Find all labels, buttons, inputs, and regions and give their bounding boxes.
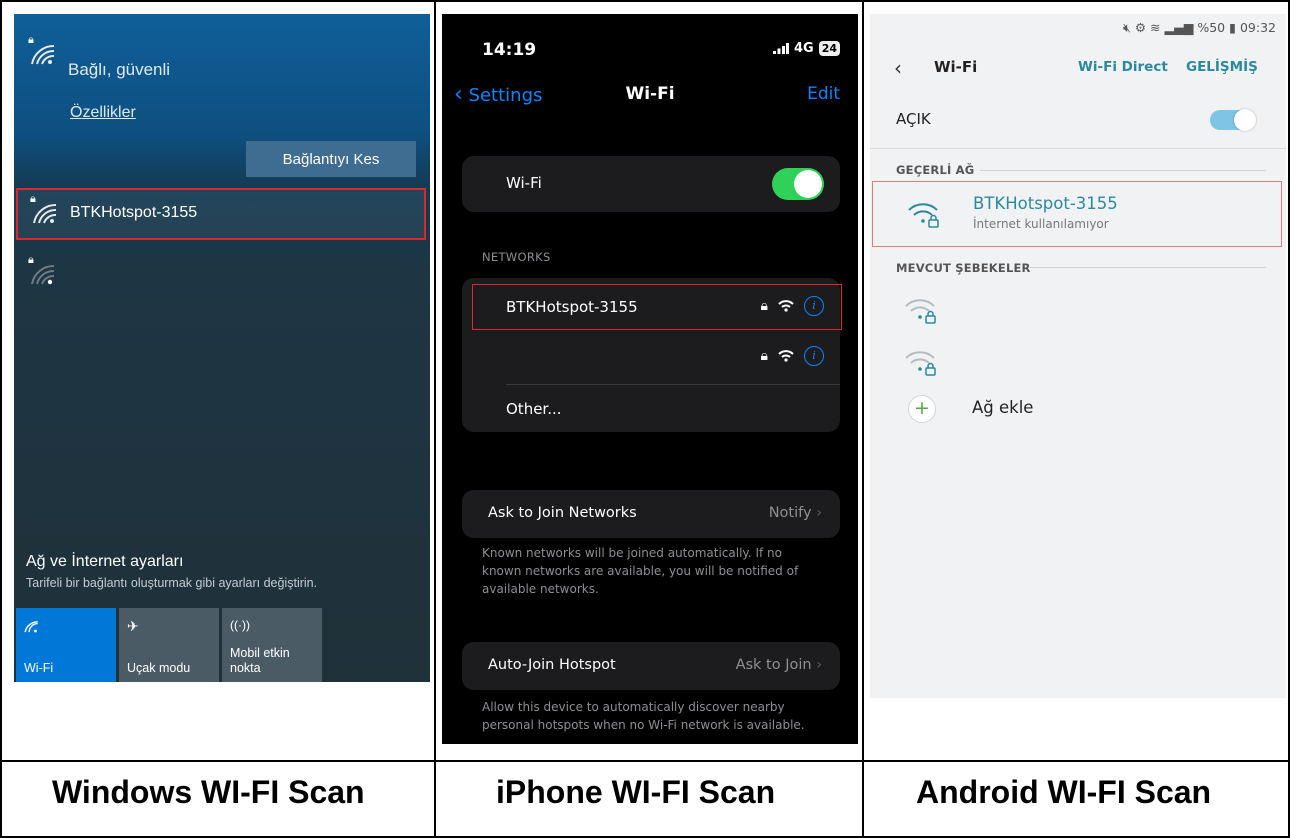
- wifi-icon: [24, 621, 38, 633]
- advanced-button[interactable]: GELİŞMİŞ: [1186, 59, 1258, 75]
- wifi-on-label: AÇIK: [896, 110, 931, 128]
- quick-action-label: Wi-Fi: [24, 661, 54, 675]
- caption-windows: Windows WI-FI Scan: [52, 774, 365, 810]
- status-bar: 🔇︎ ⚙︎ ≋ ▂▄▆ %50 ▮ 09:32: [1123, 20, 1276, 36]
- lock-icon: 🔒︎: [760, 298, 768, 314]
- wifi-weak-icon: [31, 264, 55, 285]
- divider: [870, 148, 1286, 149]
- quick-action-mobile-hotspot[interactable]: ((·)) Mobil etkin nokta: [222, 608, 322, 682]
- current-network-item[interactable]: BTKHotspot-3155 İnternet kullanılamıyor: [872, 181, 1282, 247]
- ask-to-join-label: Ask to Join Networks: [488, 505, 637, 521]
- auto-join-label: Auto-Join Hotspot: [488, 657, 616, 673]
- network-item[interactable]: 🔒︎ i: [462, 332, 840, 382]
- wifi-lock-icon: [908, 203, 939, 228]
- other-label: Other...: [506, 400, 562, 418]
- wifi-icon: [31, 44, 55, 65]
- table-divider: [434, 0, 436, 838]
- info-icon[interactable]: i: [804, 296, 824, 316]
- wifi-lock-icon: [905, 299, 936, 324]
- ask-to-join-value: Notify ›: [769, 505, 822, 521]
- chevron-right-icon: ›: [816, 505, 822, 521]
- table-border-top: [0, 0, 1290, 2]
- auto-join-value-text: Ask to Join: [735, 657, 812, 673]
- table-divider: [862, 0, 864, 838]
- mute-icon: 🔇︎: [1122, 20, 1131, 35]
- other-network-item[interactable]: Other...: [462, 384, 840, 434]
- network-item[interactable]: [870, 340, 1286, 384]
- current-network-header: GEÇERLİ AĞ: [896, 163, 975, 177]
- iphone-wifi-panel: 14:19 4G 24 ‹ Settings Wi-Fi Edit Wi-Fi …: [442, 14, 858, 744]
- network-item[interactable]: [870, 288, 1286, 332]
- header-divider: [980, 170, 1266, 171]
- add-network-button[interactable]: Ağ ekle: [972, 398, 1033, 417]
- table-border-left: [0, 0, 2, 838]
- network-name: BTKHotspot-3155: [506, 298, 638, 316]
- settings-icon: ⚙︎: [1134, 20, 1147, 35]
- ask-to-join-row[interactable]: Ask to Join Networks Notify ›: [462, 490, 840, 538]
- network-name: BTKHotspot-3155: [70, 204, 198, 221]
- network-item[interactable]: 🔒︎: [16, 250, 426, 294]
- wifi-lock-icon: [905, 351, 936, 376]
- networks-header: NETWORKS: [482, 250, 551, 264]
- quick-action-airplane-mode[interactable]: ✈︎ Uçak modu: [119, 608, 219, 682]
- auto-join-description: Allow this device to automatically disco…: [482, 700, 805, 732]
- table-border-middle: [0, 760, 1290, 762]
- toggle-knob: [794, 170, 822, 198]
- wifi-switch[interactable]: [1210, 109, 1256, 131]
- wifi-toggle[interactable]: [772, 168, 824, 200]
- disconnect-button[interactable]: Bağlantıyı Kes: [246, 141, 416, 177]
- windows-wifi-panel: 🔒︎ Bağlı, güvenli Özellikler Bağlantıyı …: [14, 14, 430, 682]
- caption-android: Android WI-FI Scan: [916, 774, 1212, 810]
- quick-action-label: Uçak modu: [127, 661, 191, 675]
- header-divider: [1030, 267, 1266, 268]
- wifi-direct-button[interactable]: Wi-Fi Direct: [1078, 59, 1168, 75]
- quick-action-wifi[interactable]: Wi-Fi: [16, 608, 116, 682]
- edit-button[interactable]: Edit: [807, 84, 840, 104]
- info-icon[interactable]: i: [804, 346, 824, 366]
- network-status: İnternet kullanılamıyor: [973, 217, 1109, 231]
- available-networks-header: MEVCUT ŞEBEKELER: [896, 261, 1031, 275]
- network-settings-description: Tarifeli bir bağlantı oluşturmak gibi ay…: [26, 576, 318, 590]
- ask-to-join-value-text: Notify: [768, 505, 812, 521]
- network-settings-link[interactable]: Ağ ve İnternet ayarları: [26, 553, 183, 571]
- signal-icon: ▂▄▆: [1164, 20, 1194, 35]
- switch-knob: [1234, 109, 1256, 131]
- connection-status: Bağlı, güvenli: [68, 60, 171, 79]
- wifi-icon: [33, 203, 57, 224]
- chevron-right-icon: ›: [816, 657, 822, 673]
- status-time: 09:32: [1239, 20, 1276, 35]
- lock-icon: 🔒︎: [760, 348, 768, 364]
- networks-list: BTKHotspot-3155 🔒︎ i 🔒︎ i Other...: [462, 278, 842, 434]
- network-type: 4G: [793, 41, 814, 56]
- network-name: BTKHotspot-3155: [973, 194, 1118, 213]
- quick-action-label: Mobil etkin nokta: [230, 646, 290, 675]
- battery-icon: ▮: [1229, 20, 1236, 35]
- network-item-selected[interactable]: 🔒︎ BTKHotspot-3155: [16, 188, 426, 240]
- battery-percent: %50: [1197, 20, 1226, 35]
- wifi-status-icon: ≋: [1150, 20, 1161, 35]
- airplane-icon: ✈︎: [127, 618, 139, 634]
- page-title: Wi-Fi: [625, 84, 675, 104]
- back-button[interactable]: ‹: [894, 56, 902, 80]
- battery-icon: 24: [818, 41, 840, 56]
- wifi-label: Wi-Fi: [506, 174, 542, 192]
- hotspot-icon: ((·)): [230, 618, 250, 632]
- status-bar: 4G 24: [772, 41, 840, 56]
- status-time: 14:19: [482, 40, 537, 60]
- auto-join-value: Ask to Join ›: [736, 657, 822, 673]
- signal-icon: [772, 43, 789, 54]
- add-icon[interactable]: +: [908, 395, 936, 423]
- wifi-icon: [778, 350, 794, 362]
- wifi-icon: [778, 300, 794, 312]
- wifi-toggle-row: Wi-Fi: [462, 156, 840, 212]
- properties-link[interactable]: Özellikler: [70, 104, 136, 122]
- network-item-selected[interactable]: BTKHotspot-3155 🔒︎ i: [462, 282, 842, 332]
- ask-to-join-description: Known networks will be joined automatica…: [482, 546, 799, 596]
- auto-join-hotspot-row[interactable]: Auto-Join Hotspot Ask to Join ›: [462, 642, 840, 690]
- page-title: Wi-Fi: [934, 58, 978, 76]
- comparison-figure: 🔒︎ Bağlı, güvenli Özellikler Bağlantıyı …: [0, 0, 1290, 838]
- android-wifi-panel: 🔇︎ ⚙︎ ≋ ▂▄▆ %50 ▮ 09:32 ‹ Wi-Fi Wi-Fi Di…: [870, 14, 1286, 698]
- caption-iphone: iPhone WI-FI Scan: [496, 774, 776, 810]
